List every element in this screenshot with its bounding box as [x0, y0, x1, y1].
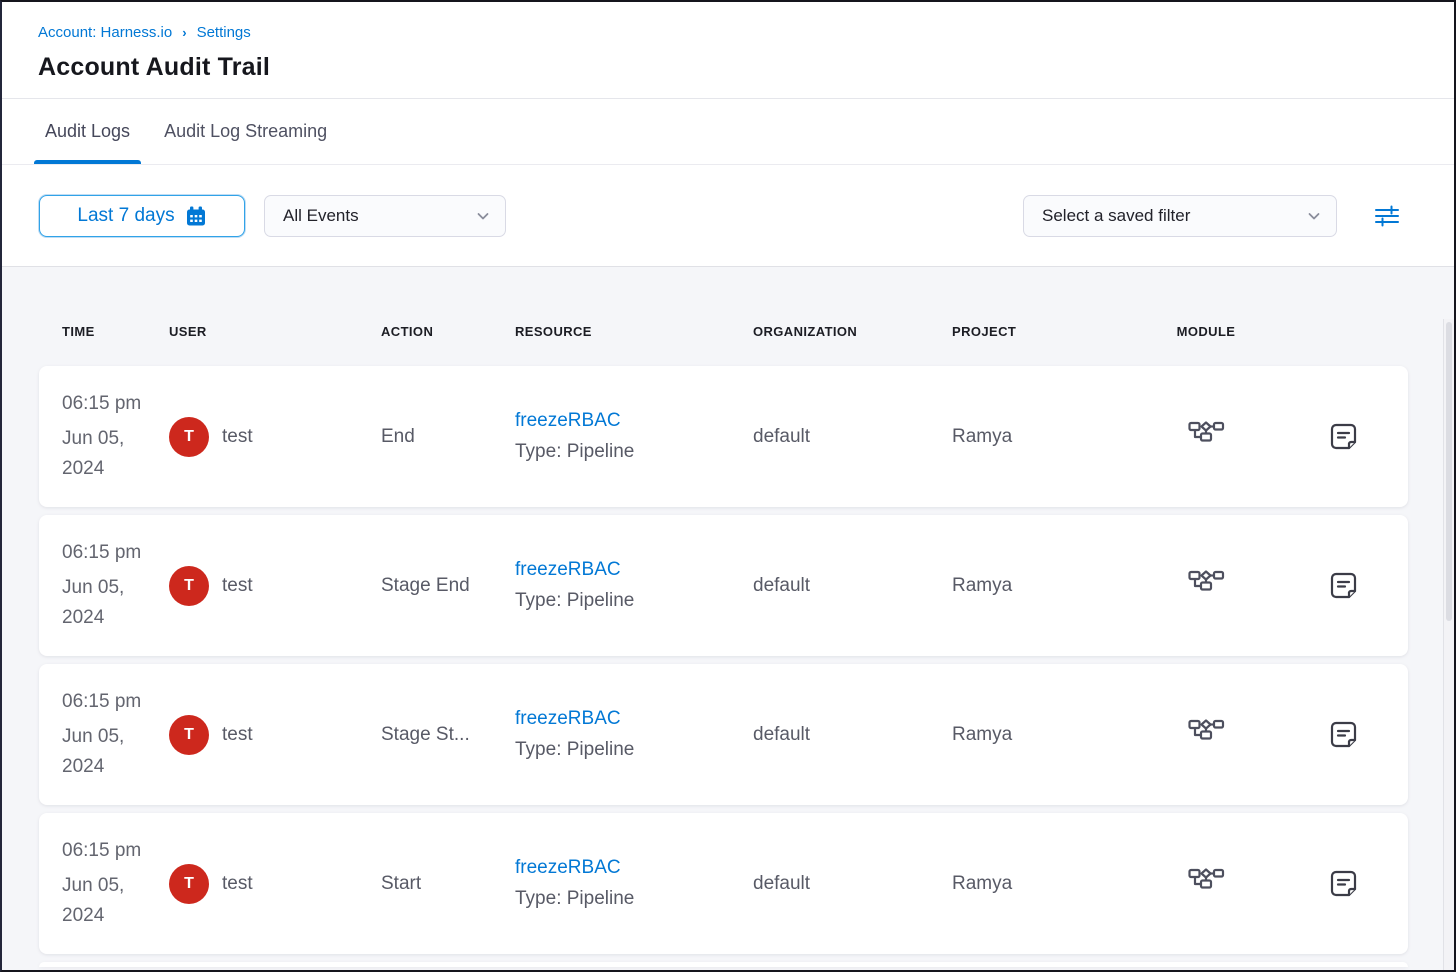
user-cell: T test [169, 417, 381, 457]
pipeline-icon [1187, 420, 1225, 448]
project-cell: Ramya [952, 873, 1133, 895]
table-row[interactable]: 06:15 pm Jun 05, 2024 T test Stage St...… [39, 664, 1408, 805]
event-summary-button[interactable] [1326, 419, 1361, 454]
chevron-down-icon [1306, 208, 1322, 224]
vertical-scrollbar[interactable] [1443, 319, 1454, 970]
note-icon [1328, 719, 1359, 750]
time-cell: 06:15 pm Jun 05, 2024 [62, 389, 169, 484]
avatar: T [169, 864, 209, 904]
project-cell: Ramya [952, 575, 1133, 597]
action-cell: End [381, 426, 515, 448]
resource-link[interactable]: freezeRBAC [515, 708, 753, 730]
time-cell: 06:15 pm Jun 05, 2024 [62, 538, 169, 633]
resource-link[interactable]: freezeRBAC [515, 559, 753, 581]
calendar-icon [185, 205, 207, 227]
audit-rows: 06:15 pm Jun 05, 2024 T test End freezeR… [2, 366, 1454, 954]
table-row-partial [39, 962, 1408, 967]
resource-cell: freezeRBAC Type: Pipeline [515, 857, 753, 910]
resource-cell: freezeRBAC Type: Pipeline [515, 410, 753, 463]
table-row[interactable]: 06:15 pm Jun 05, 2024 T test Start freez… [39, 813, 1408, 954]
organization-cell: default [753, 575, 952, 597]
breadcrumb: Account: Harness.io › Settings [38, 24, 1418, 41]
time-cell: 06:15 pm Jun 05, 2024 [62, 687, 169, 782]
saved-filter-placeholder: Select a saved filter [1042, 206, 1190, 226]
note-icon [1328, 570, 1359, 601]
user-name: test [222, 873, 253, 895]
note-cell [1279, 866, 1408, 901]
pipeline-icon [1187, 867, 1225, 895]
project-cell: Ramya [952, 724, 1133, 746]
scrollbar-thumb[interactable] [1446, 322, 1452, 621]
chevron-down-icon [475, 208, 491, 224]
tab-audit-logs[interactable]: Audit Logs [34, 99, 141, 164]
pipeline-icon [1187, 569, 1225, 597]
filter-bar: Last 7 days All Events [2, 165, 1454, 267]
sliders-icon [1374, 204, 1400, 228]
breadcrumb-chevron-icon: › [182, 25, 186, 40]
time-cell: 06:15 pm Jun 05, 2024 [62, 836, 169, 931]
organization-cell: default [753, 724, 952, 746]
events-dropdown[interactable]: All Events [264, 195, 506, 237]
organization-cell: default [753, 873, 952, 895]
filter-settings-button[interactable] [1374, 204, 1400, 228]
user-cell: T test [169, 566, 381, 606]
project-cell: Ramya [952, 426, 1133, 448]
pipeline-icon [1187, 718, 1225, 746]
column-header-project: PROJECT [952, 324, 1133, 339]
avatar: T [169, 417, 209, 457]
avatar: T [169, 715, 209, 755]
column-header-organization: ORGANIZATION [753, 324, 952, 339]
module-cell [1133, 420, 1279, 453]
module-cell [1133, 569, 1279, 602]
action-cell: Stage St... [381, 724, 515, 746]
tab-audit-log-streaming[interactable]: Audit Log Streaming [153, 99, 338, 164]
user-name: test [222, 426, 253, 448]
events-dropdown-value: All Events [283, 206, 359, 226]
resource-type: Type: Pipeline [515, 441, 753, 463]
event-summary-button[interactable] [1326, 866, 1361, 901]
column-header-user: USER [169, 324, 381, 339]
resource-type: Type: Pipeline [515, 739, 753, 761]
action-cell: Start [381, 873, 515, 895]
action-cell: Stage End [381, 575, 515, 597]
date-range-button[interactable]: Last 7 days [39, 195, 245, 237]
column-header-module: MODULE [1133, 324, 1279, 339]
note-icon [1328, 421, 1359, 452]
audit-table: TIME USER ACTION RESOURCE ORGANIZATION P… [2, 267, 1454, 970]
module-cell [1133, 718, 1279, 751]
page-header: Account: Harness.io › Settings Account A… [2, 2, 1454, 99]
table-header-row: TIME USER ACTION RESOURCE ORGANIZATION P… [39, 267, 1408, 366]
note-icon [1328, 868, 1359, 899]
resource-cell: freezeRBAC Type: Pipeline [515, 559, 753, 612]
account-audit-trail-page: Account: Harness.io › Settings Account A… [0, 0, 1456, 972]
user-name: test [222, 724, 253, 746]
module-cell [1133, 867, 1279, 900]
date-range-label: Last 7 days [77, 205, 174, 227]
organization-cell: default [753, 426, 952, 448]
table-row[interactable]: 06:15 pm Jun 05, 2024 T test End freezeR… [39, 366, 1408, 507]
note-cell [1279, 717, 1408, 752]
event-summary-button[interactable] [1326, 717, 1361, 752]
page-title: Account Audit Trail [38, 53, 1418, 82]
resource-cell: freezeRBAC Type: Pipeline [515, 708, 753, 761]
avatar: T [169, 566, 209, 606]
user-cell: T test [169, 715, 381, 755]
column-header-resource: RESOURCE [515, 324, 753, 339]
resource-type: Type: Pipeline [515, 888, 753, 910]
saved-filter-dropdown[interactable]: Select a saved filter [1023, 195, 1337, 237]
column-header-action: ACTION [381, 324, 515, 339]
table-row[interactable]: 06:15 pm Jun 05, 2024 T test Stage End f… [39, 515, 1408, 656]
resource-type: Type: Pipeline [515, 590, 753, 612]
breadcrumb-settings-link[interactable]: Settings [197, 24, 251, 41]
user-name: test [222, 575, 253, 597]
resource-link[interactable]: freezeRBAC [515, 410, 753, 432]
note-cell [1279, 568, 1408, 603]
column-header-time: TIME [62, 324, 169, 339]
breadcrumb-account-link[interactable]: Account: Harness.io [38, 24, 172, 41]
resource-link[interactable]: freezeRBAC [515, 857, 753, 879]
event-summary-button[interactable] [1326, 568, 1361, 603]
note-cell [1279, 419, 1408, 454]
user-cell: T test [169, 864, 381, 904]
tabs-bar: Audit Logs Audit Log Streaming [2, 99, 1454, 165]
